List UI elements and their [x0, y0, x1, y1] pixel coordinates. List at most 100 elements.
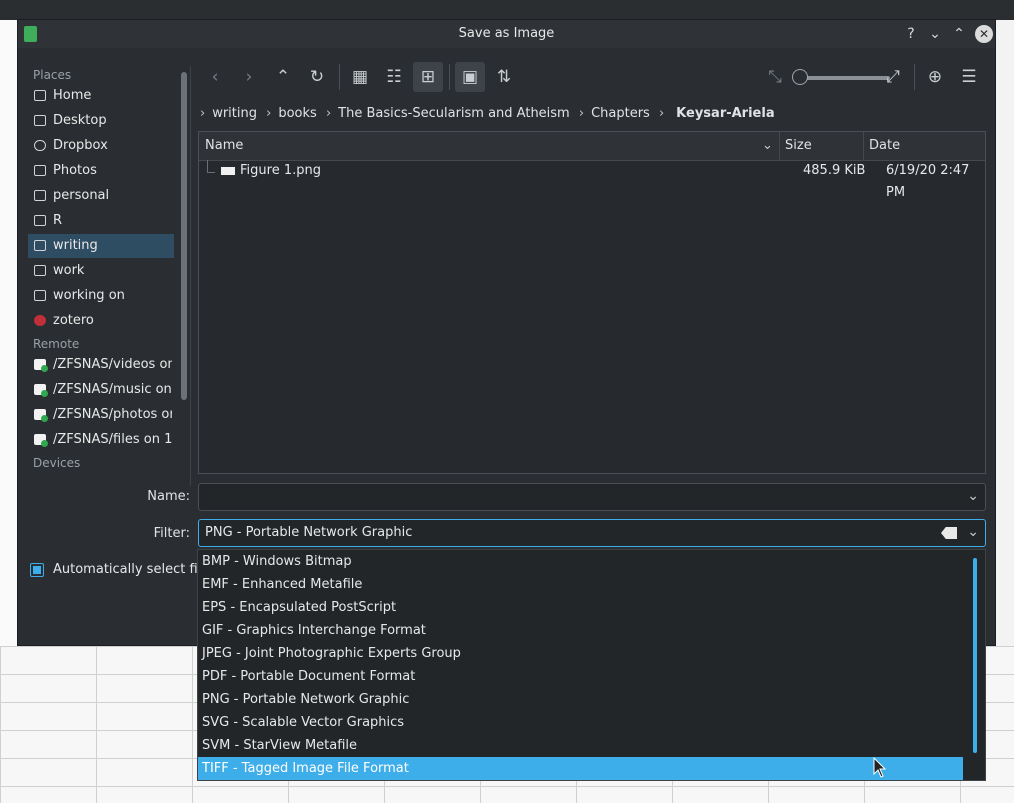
place-photos[interactable]: Photos — [28, 159, 174, 183]
place-label: /ZFSNAS/photos on... — [53, 407, 172, 422]
place-label: zotero — [53, 313, 94, 328]
chevron-down-icon[interactable]: ⌄ — [967, 524, 979, 540]
tree-line — [207, 160, 208, 172]
arrow-left-icon[interactable]: ‹ — [200, 62, 230, 92]
places-section-label: Places — [33, 68, 72, 82]
file-list[interactable]: Name ⌄ Size Date Figure 1.png 485.9 KiB … — [198, 131, 986, 474]
chevron-right-icon[interactable]: › — [579, 102, 584, 126]
filter-combobox[interactable]: PNG - Portable Network Graphic ⌄ — [198, 519, 986, 547]
name-field[interactable]: ⌄ — [198, 483, 986, 511]
filter-option[interactable]: SVG - Scalable Vector Graphics — [198, 711, 963, 734]
dropdown-scrollbar[interactable] — [973, 558, 977, 753]
help-icon[interactable]: ? — [901, 24, 921, 44]
cloud-icon — [34, 140, 46, 151]
file-name: Figure 1.png — [240, 163, 321, 178]
chevron-right-icon[interactable]: › — [326, 102, 331, 126]
compact-view-icon[interactable]: ☷ — [379, 62, 409, 92]
name-label: Name: — [147, 489, 190, 504]
arrow-right-icon[interactable]: › — [234, 62, 264, 92]
column-header-date[interactable]: Date — [869, 132, 900, 160]
settings-icon[interactable]: ☰ — [954, 62, 984, 92]
filter-option[interactable]: SVM - StarView Metafile — [198, 734, 963, 757]
breadcrumb-item[interactable]: books — [278, 102, 316, 126]
dialog-titlebar[interactable]: Save as Image ? ⌄ ⌃ ✕ — [18, 20, 995, 48]
background-sheet-right — [996, 20, 1014, 646]
breadcrumb-item[interactable]: The Basics-Secularism and Atheism — [338, 102, 570, 126]
filter-option[interactable]: JPEG - Joint Photographic Experts Group — [198, 642, 963, 665]
place-work[interactable]: work — [28, 259, 174, 283]
clear-icon[interactable] — [941, 527, 957, 539]
zoom-in-icon[interactable]: ⤢ — [878, 62, 908, 92]
remote-section-label: Remote — [33, 337, 80, 351]
chevron-down-icon[interactable]: ⌄ — [967, 488, 979, 504]
reload-icon[interactable]: ↻ — [302, 62, 332, 92]
auto-extension-checkbox[interactable] — [30, 563, 44, 577]
place-dropbox[interactable]: Dropbox — [28, 134, 174, 158]
breadcrumb-item[interactable]: writing — [212, 102, 257, 126]
home-icon — [34, 90, 46, 101]
chevron-right-icon[interactable]: › — [659, 102, 664, 126]
file-date: 6/19/20 2:47 PM — [886, 163, 970, 200]
image-icon — [34, 165, 46, 176]
place-label: /ZFSNAS/videos on ... — [53, 357, 172, 372]
folder-icon — [34, 290, 46, 301]
sidebar-divider[interactable] — [190, 66, 191, 486]
place-label: R — [53, 213, 63, 228]
place-label: /ZFSNAS/music on ... — [53, 382, 172, 397]
tree-line — [207, 172, 215, 173]
table-row[interactable]: Figure 1.png 485.9 KiB 6/19/20 2:47 PM — [199, 160, 985, 200]
mouse-cursor-icon — [873, 757, 887, 778]
close-icon[interactable]: ✕ — [975, 25, 993, 43]
chevron-down-icon[interactable]: ⌄ — [762, 132, 773, 160]
zoom-slider[interactable] — [798, 76, 890, 80]
column-divider[interactable] — [863, 132, 864, 160]
icon-view-icon[interactable]: ▦ — [345, 62, 375, 92]
remote-photos[interactable]: /ZFSNAS/photos on... — [28, 403, 174, 427]
place-label: personal — [53, 188, 110, 203]
breadcrumb-current[interactable]: Keysar-Ariela — [676, 102, 774, 126]
remote-music[interactable]: /ZFSNAS/music on ... — [28, 378, 174, 402]
filter-option[interactable]: EPS - Encapsulated PostScript — [198, 596, 963, 619]
toolbar-separator — [339, 64, 340, 90]
filter-option[interactable]: PNG - Portable Network Graphic — [198, 688, 963, 711]
zotero-icon — [34, 315, 46, 326]
folder-icon — [34, 265, 46, 276]
chevron-down-icon[interactable]: ⌄ — [925, 24, 945, 44]
place-zotero[interactable]: zotero — [28, 309, 174, 333]
toolbar-separator — [449, 64, 450, 90]
filter-option[interactable]: GIF - Graphics Interchange Format — [198, 619, 963, 642]
place-r[interactable]: R — [28, 209, 174, 233]
arrow-up-icon[interactable]: ⌃ — [268, 62, 298, 92]
image-preview-icon[interactable]: ▣ — [455, 62, 485, 92]
remote-files[interactable]: /ZFSNAS/files on 19... — [28, 428, 174, 452]
filter-option-highlighted[interactable]: TIFF - Tagged Image File Format — [198, 757, 963, 780]
filter-option[interactable]: EMF - Enhanced Metafile — [198, 573, 963, 596]
remote-videos[interactable]: /ZFSNAS/videos on ... — [28, 353, 174, 377]
filter-option[interactable]: PDF - Portable Document Format — [198, 665, 963, 688]
column-divider[interactable] — [779, 132, 780, 160]
background-window-titlebar — [0, 0, 1014, 20]
sort-icon[interactable]: ⇅ — [489, 62, 519, 92]
zoom-out-icon[interactable]: ⤡ — [760, 62, 790, 92]
place-desktop[interactable]: Desktop — [28, 109, 174, 133]
place-personal[interactable]: personal — [28, 184, 174, 208]
place-label: Dropbox — [53, 138, 108, 153]
column-header-name[interactable]: Name — [205, 132, 243, 160]
chevron-right-icon[interactable]: › — [200, 102, 205, 126]
zoom-slider-handle[interactable] — [792, 69, 808, 85]
dialog-title: Save as Image — [458, 26, 555, 41]
toolbar: ‹ › ⌃ ↻ ▦ ☷ ⊞ ▣ ⇅ ⤡ ⤢ ⊕ ☰ — [198, 62, 988, 92]
auto-extension-label[interactable]: Automatically select filename extension — [53, 562, 198, 577]
breadcrumb-item[interactable]: Chapters — [591, 102, 650, 126]
place-home[interactable]: Home — [28, 84, 174, 108]
chevron-right-icon[interactable]: › — [266, 102, 271, 126]
chevron-up-icon[interactable]: ⌃ — [949, 24, 969, 44]
filter-option[interactable]: BMP - Windows Bitmap — [198, 550, 963, 573]
sidebar-scrollbar[interactable] — [181, 72, 187, 400]
column-header-size[interactable]: Size — [785, 132, 812, 160]
place-writing[interactable]: writing — [28, 234, 174, 258]
place-working-on[interactable]: working on — [28, 284, 174, 308]
new-folder-icon[interactable]: ⊕ — [920, 62, 950, 92]
tree-view-icon[interactable]: ⊞ — [413, 62, 443, 92]
desktop-icon — [34, 115, 46, 126]
